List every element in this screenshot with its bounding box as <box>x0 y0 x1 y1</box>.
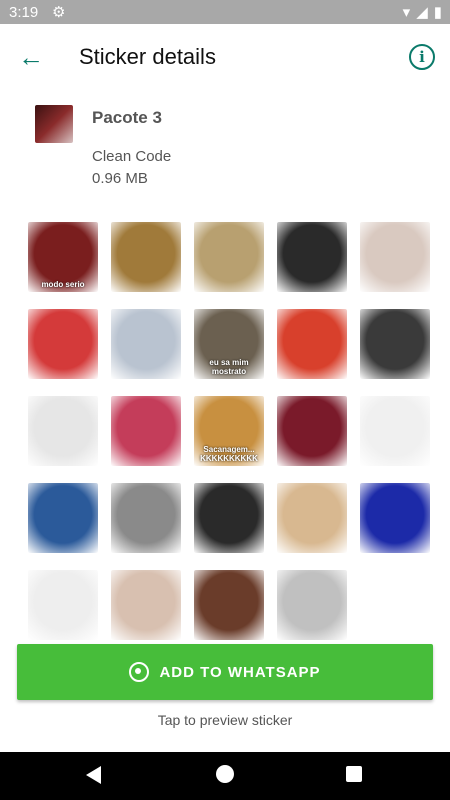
toolbar: ← Sticker details i <box>0 24 450 90</box>
sticker-item[interactable] <box>277 309 347 379</box>
info-icon: i <box>419 48 425 66</box>
sticker-caption: modo serio <box>41 280 85 289</box>
status-icons: ▾ ◢ ▮ <box>403 3 442 21</box>
nav-home-button[interactable] <box>216 765 234 783</box>
wifi-icon: ▾ <box>402 4 411 21</box>
sticker-item[interactable] <box>28 483 98 553</box>
preview-hint: Tap to preview sticker <box>157 712 293 728</box>
battery-icon: ▮ <box>433 4 442 21</box>
sticker-item[interactable] <box>360 222 430 292</box>
status-time: 3:19 <box>9 4 39 21</box>
sticker-item[interactable] <box>277 222 347 292</box>
add-to-whatsapp-button[interactable]: ADD TO WHATSAPP <box>17 644 433 700</box>
arrow-left-icon: ← <box>18 41 44 72</box>
sticker-item[interactable] <box>277 483 347 553</box>
nav-back-button[interactable] <box>86 766 101 784</box>
sticker-item[interactable] <box>360 396 430 466</box>
sticker-item[interactable] <box>111 570 181 640</box>
whatsapp-icon <box>129 662 150 682</box>
sticker-item[interactable] <box>111 483 181 553</box>
sticker-item[interactable] <box>28 570 98 640</box>
sticker-item[interactable] <box>28 309 98 379</box>
sticker-caption: eu sa mim mostrato <box>209 358 249 376</box>
sticker-item[interactable] <box>111 222 181 292</box>
sticker-item[interactable] <box>360 309 430 379</box>
pack-author: Clean Code <box>92 148 172 165</box>
sticker-item[interactable] <box>111 396 181 466</box>
sticker-item[interactable] <box>194 222 264 292</box>
sticker-item[interactable] <box>28 396 98 466</box>
page-title: Sticker details <box>79 44 216 69</box>
sticker-item[interactable] <box>194 570 264 640</box>
sticker-item[interactable] <box>277 396 347 466</box>
pack-thumbnail <box>35 105 73 143</box>
pack-name: Pacote 3 <box>92 108 162 127</box>
sticker-caption: Sacanagem... KKKKKKKKKK <box>200 445 258 463</box>
sticker-item[interactable]: modo serio <box>28 222 98 292</box>
sticker-item[interactable] <box>194 483 264 553</box>
add-to-whatsapp-label: ADD TO WHATSAPP <box>159 663 321 681</box>
sticker-item[interactable] <box>360 483 430 553</box>
back-button[interactable]: ← <box>12 38 50 76</box>
signal-icon: ◢ <box>416 4 428 21</box>
gear-icon: ⚙ <box>52 4 66 21</box>
pack-header: Pacote 3 Clean Code 0.96 MB <box>0 90 450 210</box>
sticker-item[interactable]: Sacanagem... KKKKKKKKKK <box>194 396 264 466</box>
sticker-item[interactable] <box>277 570 347 640</box>
nav-recents-button[interactable] <box>346 766 362 782</box>
status-bar: 3:19 ⚙ ▾ ◢ ▮ <box>0 0 450 24</box>
info-button[interactable]: i <box>409 44 435 70</box>
pack-size: 0.96 MB <box>92 170 148 187</box>
sticker-item[interactable] <box>111 309 181 379</box>
navigation-bar <box>0 752 450 800</box>
sticker-item[interactable]: eu sa mim mostrato <box>194 309 264 379</box>
